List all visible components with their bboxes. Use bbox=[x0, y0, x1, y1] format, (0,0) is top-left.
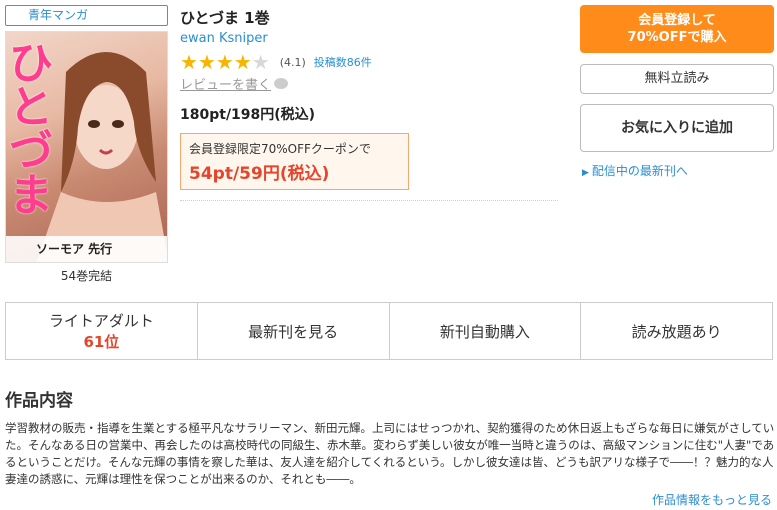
add-favorite-button[interactable]: お気に入りに追加 bbox=[580, 104, 774, 152]
review-count-link[interactable]: 投稿数86件 bbox=[314, 54, 372, 70]
unlimited-read-button[interactable]: 読み放題あり bbox=[581, 303, 772, 359]
rating: ★ ★ ★ ★ ★ (4.1) 投稿数86件 bbox=[180, 52, 372, 72]
star-empty-icon: ★ bbox=[251, 50, 270, 74]
register-line2: 70%OFFで購入 bbox=[627, 30, 727, 45]
write-review-link[interactable]: レビューを書く bbox=[180, 74, 289, 93]
ranking-value: 61位 bbox=[83, 333, 120, 351]
divider bbox=[180, 200, 558, 201]
view-latest-button[interactable]: 最新刊を見る bbox=[198, 303, 390, 359]
stats-bar: ライトアダルト 61位 最新刊を見る 新刊自動購入 読み放題あり bbox=[5, 302, 773, 360]
genre-tag[interactable]: 青年マンガ bbox=[5, 5, 168, 26]
star-icon: ★ bbox=[215, 50, 234, 74]
ranking-category: ライトアダルト bbox=[48, 312, 154, 330]
auto-buy-button[interactable]: 新刊自動購入 bbox=[390, 303, 582, 359]
latest-volume-link[interactable]: ▶ 配信中の最新刊へ bbox=[582, 162, 688, 179]
coupon-label: 会員登録限定70%OFFクーポンで bbox=[189, 142, 371, 156]
latest-volume-label: 配信中の最新刊へ bbox=[591, 164, 688, 178]
cover-title: ひとづま bbox=[9, 38, 53, 221]
price: 180pt/198円(税込) bbox=[180, 107, 316, 123]
more-info-link[interactable]: 作品情報をもっと見る bbox=[652, 491, 772, 508]
speech-bubble-icon bbox=[274, 78, 289, 89]
star-icon: ★ bbox=[233, 50, 252, 74]
register-line1: 会員登録して bbox=[638, 13, 716, 28]
cover-image[interactable]: ひとづま ソーモア 先行 bbox=[5, 31, 168, 263]
write-review-label: レビューを書く bbox=[180, 78, 272, 93]
coupon-box: 会員登録限定70%OFFクーポンで 54pt/59円(税込) bbox=[180, 133, 409, 190]
product-title: ひとづま 1巻 bbox=[180, 9, 270, 27]
description: 学習教材の販売・指導を生業とする極平凡なサラリーマン、新田元輝。上司にはせっつか… bbox=[5, 421, 775, 486]
coupon-price: 54pt/59円(税込) bbox=[189, 164, 330, 184]
volume-count: 54巻完結 bbox=[60, 269, 113, 283]
cover-badge: ソーモア 先行 bbox=[6, 236, 167, 262]
author-link[interactable]: ewan Ksniper bbox=[180, 31, 268, 46]
section-title: 作品内容 bbox=[5, 391, 73, 411]
triangle-right-icon: ▶ bbox=[582, 168, 589, 178]
ranking-cell[interactable]: ライトアダルト 61位 bbox=[6, 303, 198, 359]
star-icon: ★ bbox=[197, 50, 216, 74]
rating-value: (4.1) bbox=[279, 55, 306, 69]
star-icon: ★ bbox=[180, 50, 198, 74]
register-purchase-button[interactable]: 会員登録して 70%OFFで購入 bbox=[580, 5, 774, 53]
free-read-button[interactable]: 無料立読み bbox=[580, 64, 774, 94]
